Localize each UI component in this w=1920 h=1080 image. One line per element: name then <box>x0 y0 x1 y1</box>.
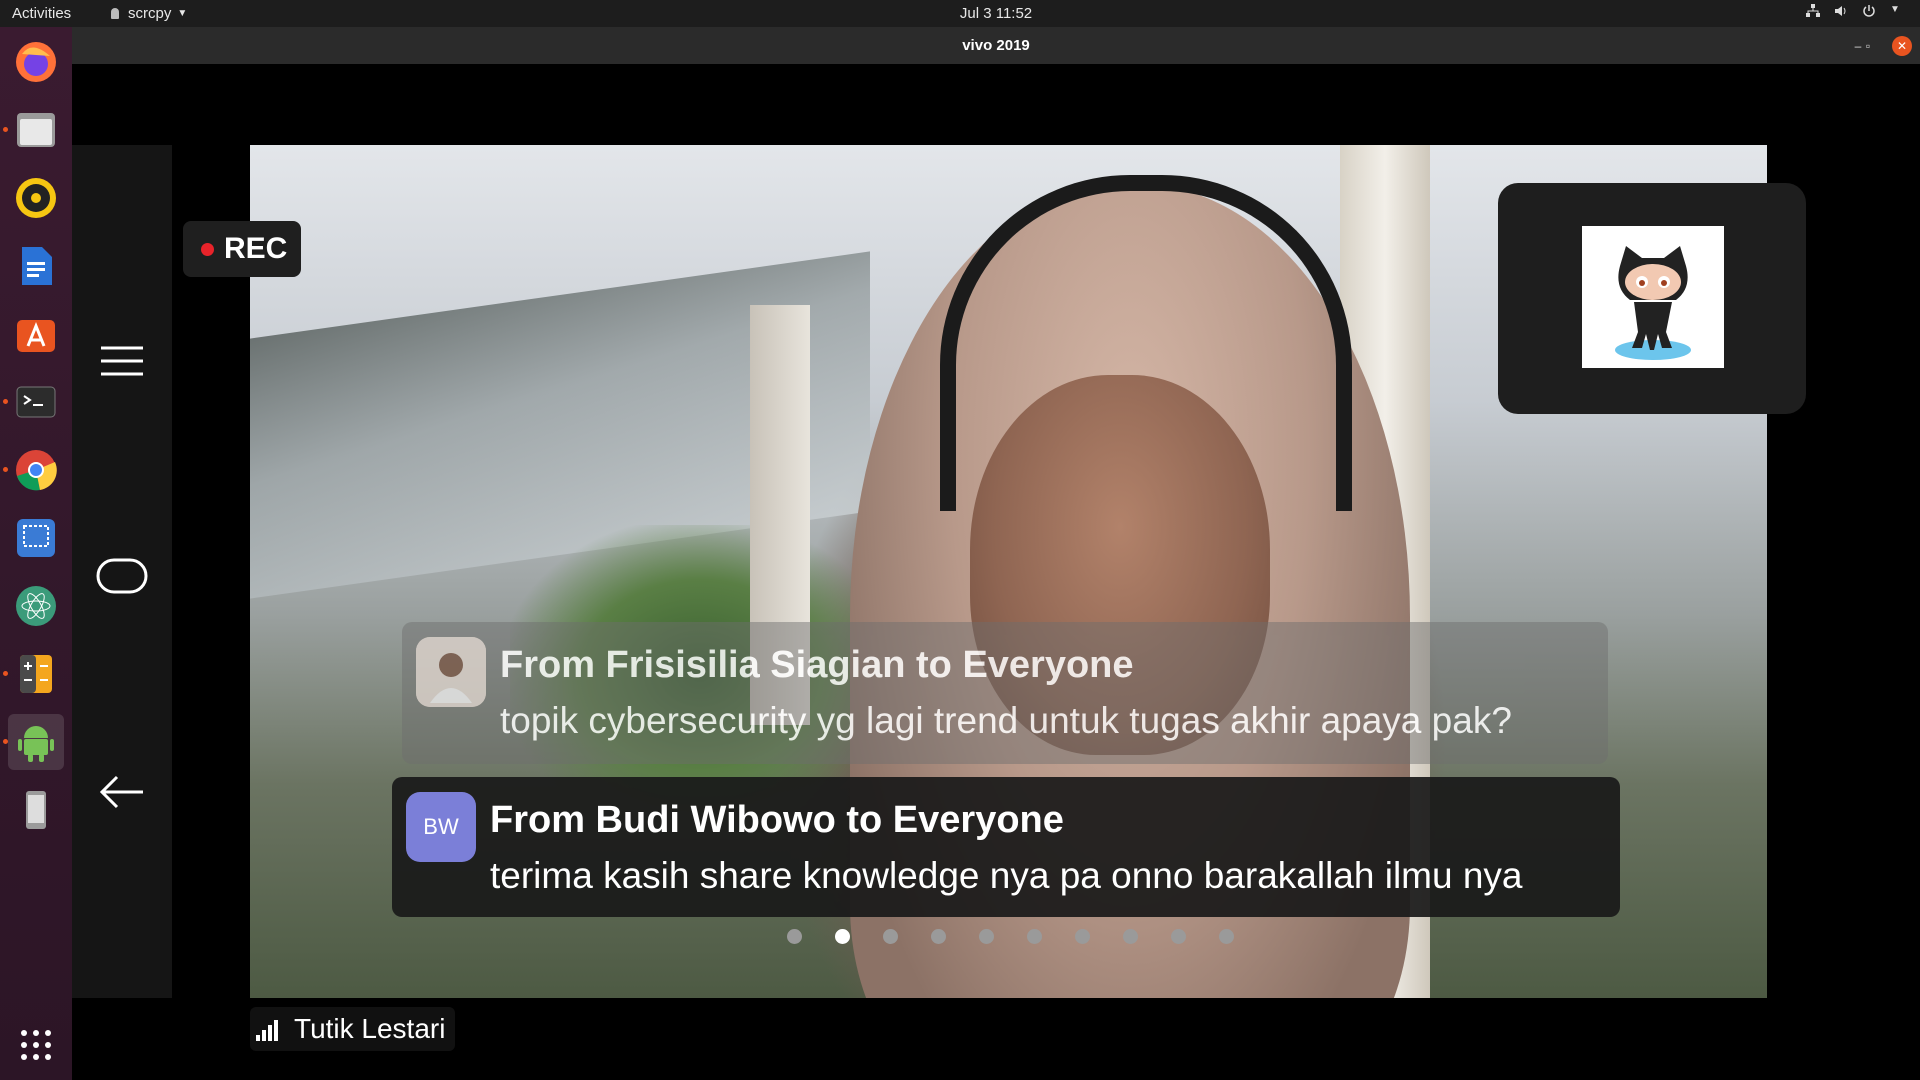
menu-button[interactable] <box>72 345 172 377</box>
calculator-icon <box>20 655 52 693</box>
dock-item-phone[interactable] <box>8 782 64 838</box>
dock-item-chrome[interactable] <box>8 442 64 498</box>
libreoffice-writer-icon <box>22 247 52 285</box>
window-titlebar[interactable]: vivo 2019 – ▫ ✕ <box>72 27 1920 64</box>
chat-notification-latest[interactable]: BW From Budi Wibowo to Everyone terima k… <box>392 777 1620 917</box>
rec-label: REC <box>224 232 288 265</box>
back-button[interactable] <box>72 774 172 810</box>
dock-item-scrcpy[interactable] <box>8 714 64 770</box>
back-arrow-icon <box>99 775 143 809</box>
dock-item-calculator[interactable] <box>8 646 64 702</box>
screenshot-icon <box>17 519 55 557</box>
page-dot[interactable] <box>930 929 946 944</box>
volume-icon <box>1835 6 1846 16</box>
ubuntu-software-icon <box>17 320 55 352</box>
page-dot[interactable] <box>882 929 898 944</box>
page-dot[interactable] <box>1170 929 1186 944</box>
rhythmbox-icon <box>16 178 56 218</box>
participant-name: Tutik Lestari <box>294 1013 446 1044</box>
clock[interactable]: Jul 3 11:52 <box>0 5 1920 22</box>
dock-item-atom[interactable] <box>8 578 64 634</box>
chevron-down-icon: ▼ <box>1890 4 1900 15</box>
record-dot-icon <box>201 242 214 256</box>
firefox-icon <box>16 42 56 82</box>
power-icon <box>1863 5 1875 17</box>
sender-avatar-photo <box>416 637 486 707</box>
chat-message: topik cybersecurity yg lagi trend untuk … <box>500 700 1512 741</box>
home-pill-icon <box>96 558 148 594</box>
chat-notification-previous[interactable]: From Frisisilia Siagian to Everyone topi… <box>402 622 1608 764</box>
show-applications-button[interactable] <box>8 1017 64 1073</box>
chrome-icon <box>16 450 57 491</box>
dock-item-screenshot[interactable] <box>8 510 64 566</box>
person-photo-icon <box>416 637 486 707</box>
network-icon <box>1806 4 1820 17</box>
atom-icon <box>16 586 56 626</box>
self-view-thumbnail[interactable] <box>1498 183 1806 414</box>
page-dot[interactable] <box>1122 929 1138 944</box>
recording-indicator: REC <box>183 221 301 277</box>
dock-item-rhythmbox[interactable] <box>8 170 64 226</box>
chat-sender: From Budi Wibowo to Everyone <box>490 799 1064 841</box>
dock-item-firefox[interactable] <box>8 34 64 90</box>
window-title: vivo 2019 <box>962 37 1030 54</box>
dock <box>0 27 72 1080</box>
phone-device-icon <box>26 791 46 829</box>
files-icon <box>17 113 55 147</box>
page-dot[interactable] <box>834 929 850 944</box>
device-screen: REC From Frisisilia Siagian to Everyone … <box>72 64 1920 1080</box>
sender-avatar-initials: BW <box>406 792 476 862</box>
dock-item-files[interactable] <box>8 102 64 158</box>
chat-message: terima kasih share knowledge nya pa onno… <box>490 855 1523 896</box>
page-dot[interactable] <box>1026 929 1042 944</box>
chat-sender: From Frisisilia Siagian to Everyone <box>500 644 1134 686</box>
page-dot[interactable] <box>978 929 994 944</box>
close-button[interactable]: ✕ <box>1892 36 1912 56</box>
page-dot[interactable] <box>786 929 802 944</box>
participant-name-tag: Tutik Lestari <box>250 1007 456 1051</box>
dock-item-software[interactable] <box>8 306 64 362</box>
terminal-icon <box>16 386 56 418</box>
dock-item-terminal[interactable] <box>8 374 64 430</box>
hamburger-icon <box>101 346 143 376</box>
signal-strength-icon <box>256 1020 278 1041</box>
page-dot[interactable] <box>1218 929 1234 944</box>
self-avatar <box>1582 226 1724 368</box>
show-applications-icon <box>21 1030 51 1060</box>
dock-item-writer[interactable] <box>8 238 64 294</box>
maximize-button[interactable]: ▫ <box>1858 36 1878 56</box>
android-icon <box>18 726 54 762</box>
home-button[interactable] <box>72 558 172 594</box>
page-indicator[interactable] <box>0 929 1920 944</box>
system-top-bar: Activities scrcpy ▼ Jul 3 11:52 ▼ <box>0 0 1920 27</box>
android-nav-bar <box>72 145 172 998</box>
octocat-icon <box>1615 246 1691 360</box>
page-dot[interactable] <box>1074 929 1090 944</box>
system-tray[interactable]: ▼ <box>1806 4 1904 18</box>
